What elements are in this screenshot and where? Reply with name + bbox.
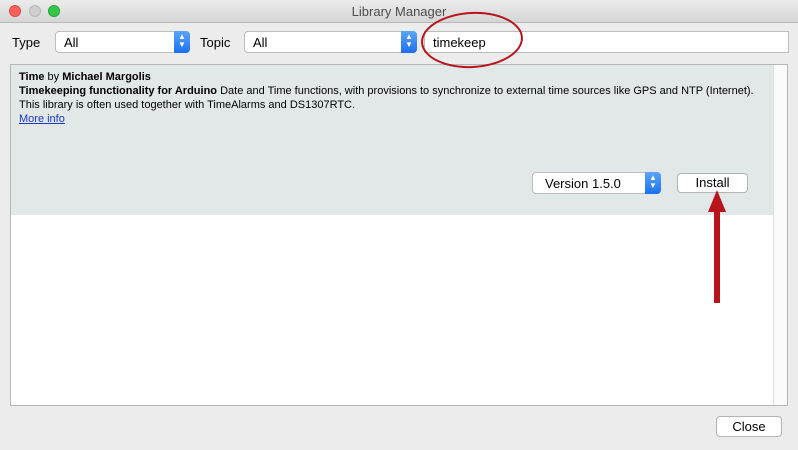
type-label: Type: [12, 35, 41, 50]
version-select-value: Version 1.5.0: [545, 176, 621, 191]
version-select[interactable]: Version 1.5.0 ▲ ▼: [532, 172, 661, 194]
topic-select[interactable]: All ▲ ▼: [244, 31, 417, 53]
arrow-up-icon: [708, 190, 726, 303]
scrollbar[interactable]: [773, 65, 787, 405]
topic-label: Topic: [200, 35, 231, 50]
library-row[interactable]: Time by Michael Margolis Timekeeping fun…: [11, 65, 774, 215]
chevron-updown-icon: ▲ ▼: [645, 172, 661, 194]
close-button[interactable]: Close: [716, 416, 782, 437]
title-bar: Library Manager: [0, 0, 798, 23]
library-info: Time by Michael Margolis Timekeeping fun…: [19, 70, 769, 126]
topic-select-value: All: [253, 35, 268, 50]
type-select[interactable]: All ▲ ▼: [55, 31, 190, 53]
type-select-value: All: [64, 35, 79, 50]
library-sentence: Timekeeping functionality for Arduino: [19, 85, 218, 97]
chevron-updown-icon: ▲ ▼: [401, 31, 417, 53]
chevron-updown-icon: ▲ ▼: [174, 31, 190, 53]
library-by: by: [47, 71, 60, 83]
library-author: Michael Margolis: [62, 71, 151, 83]
library-list: Time by Michael Margolis Timekeeping fun…: [10, 64, 788, 406]
window-title: Library Manager: [351, 4, 447, 19]
library-name: Time: [19, 71, 45, 83]
more-info-link[interactable]: More info: [19, 113, 65, 125]
